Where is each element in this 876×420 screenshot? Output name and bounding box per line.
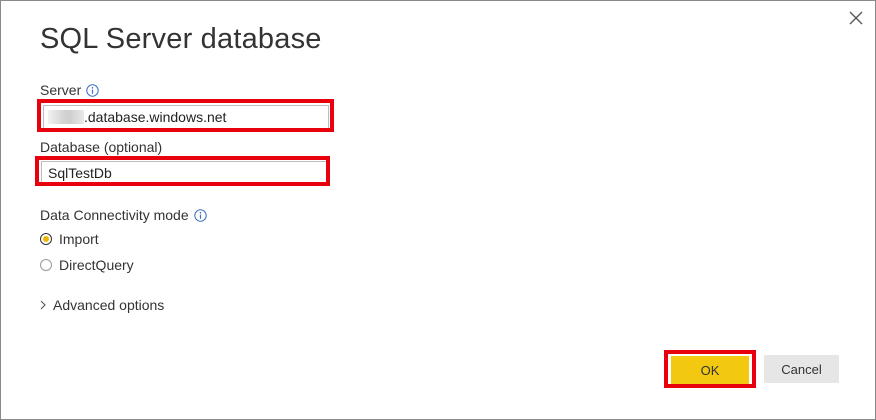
ok-button[interactable]: OK <box>671 356 749 384</box>
chevron-right-icon <box>39 300 47 310</box>
server-label-row: Server <box>40 82 99 98</box>
radio-import-label: Import <box>59 231 99 247</box>
info-icon[interactable] <box>193 208 207 222</box>
radio-directquery-label: DirectQuery <box>59 257 134 273</box>
radio-directquery[interactable]: DirectQuery <box>40 257 134 273</box>
connectivity-label: Data Connectivity mode <box>40 207 189 223</box>
database-input[interactable] <box>41 161 327 185</box>
radio-button-selected[interactable] <box>40 233 52 245</box>
radio-import[interactable]: Import <box>40 231 99 247</box>
advanced-options-label: Advanced options <box>53 297 165 313</box>
close-icon[interactable] <box>844 7 868 31</box>
sql-server-dialog: SQL Server database Server .database.win… <box>0 0 876 420</box>
server-input[interactable] <box>43 105 329 129</box>
dialog-title: SQL Server database <box>40 23 322 55</box>
radio-button[interactable] <box>40 259 52 271</box>
info-icon[interactable] <box>86 83 99 97</box>
advanced-options-toggle[interactable]: Advanced options <box>39 297 164 313</box>
connectivity-label-row: Data Connectivity mode <box>40 207 207 223</box>
server-label: Server <box>40 82 82 98</box>
cancel-button[interactable]: Cancel <box>764 355 839 383</box>
database-label: Database (optional) <box>40 139 163 155</box>
